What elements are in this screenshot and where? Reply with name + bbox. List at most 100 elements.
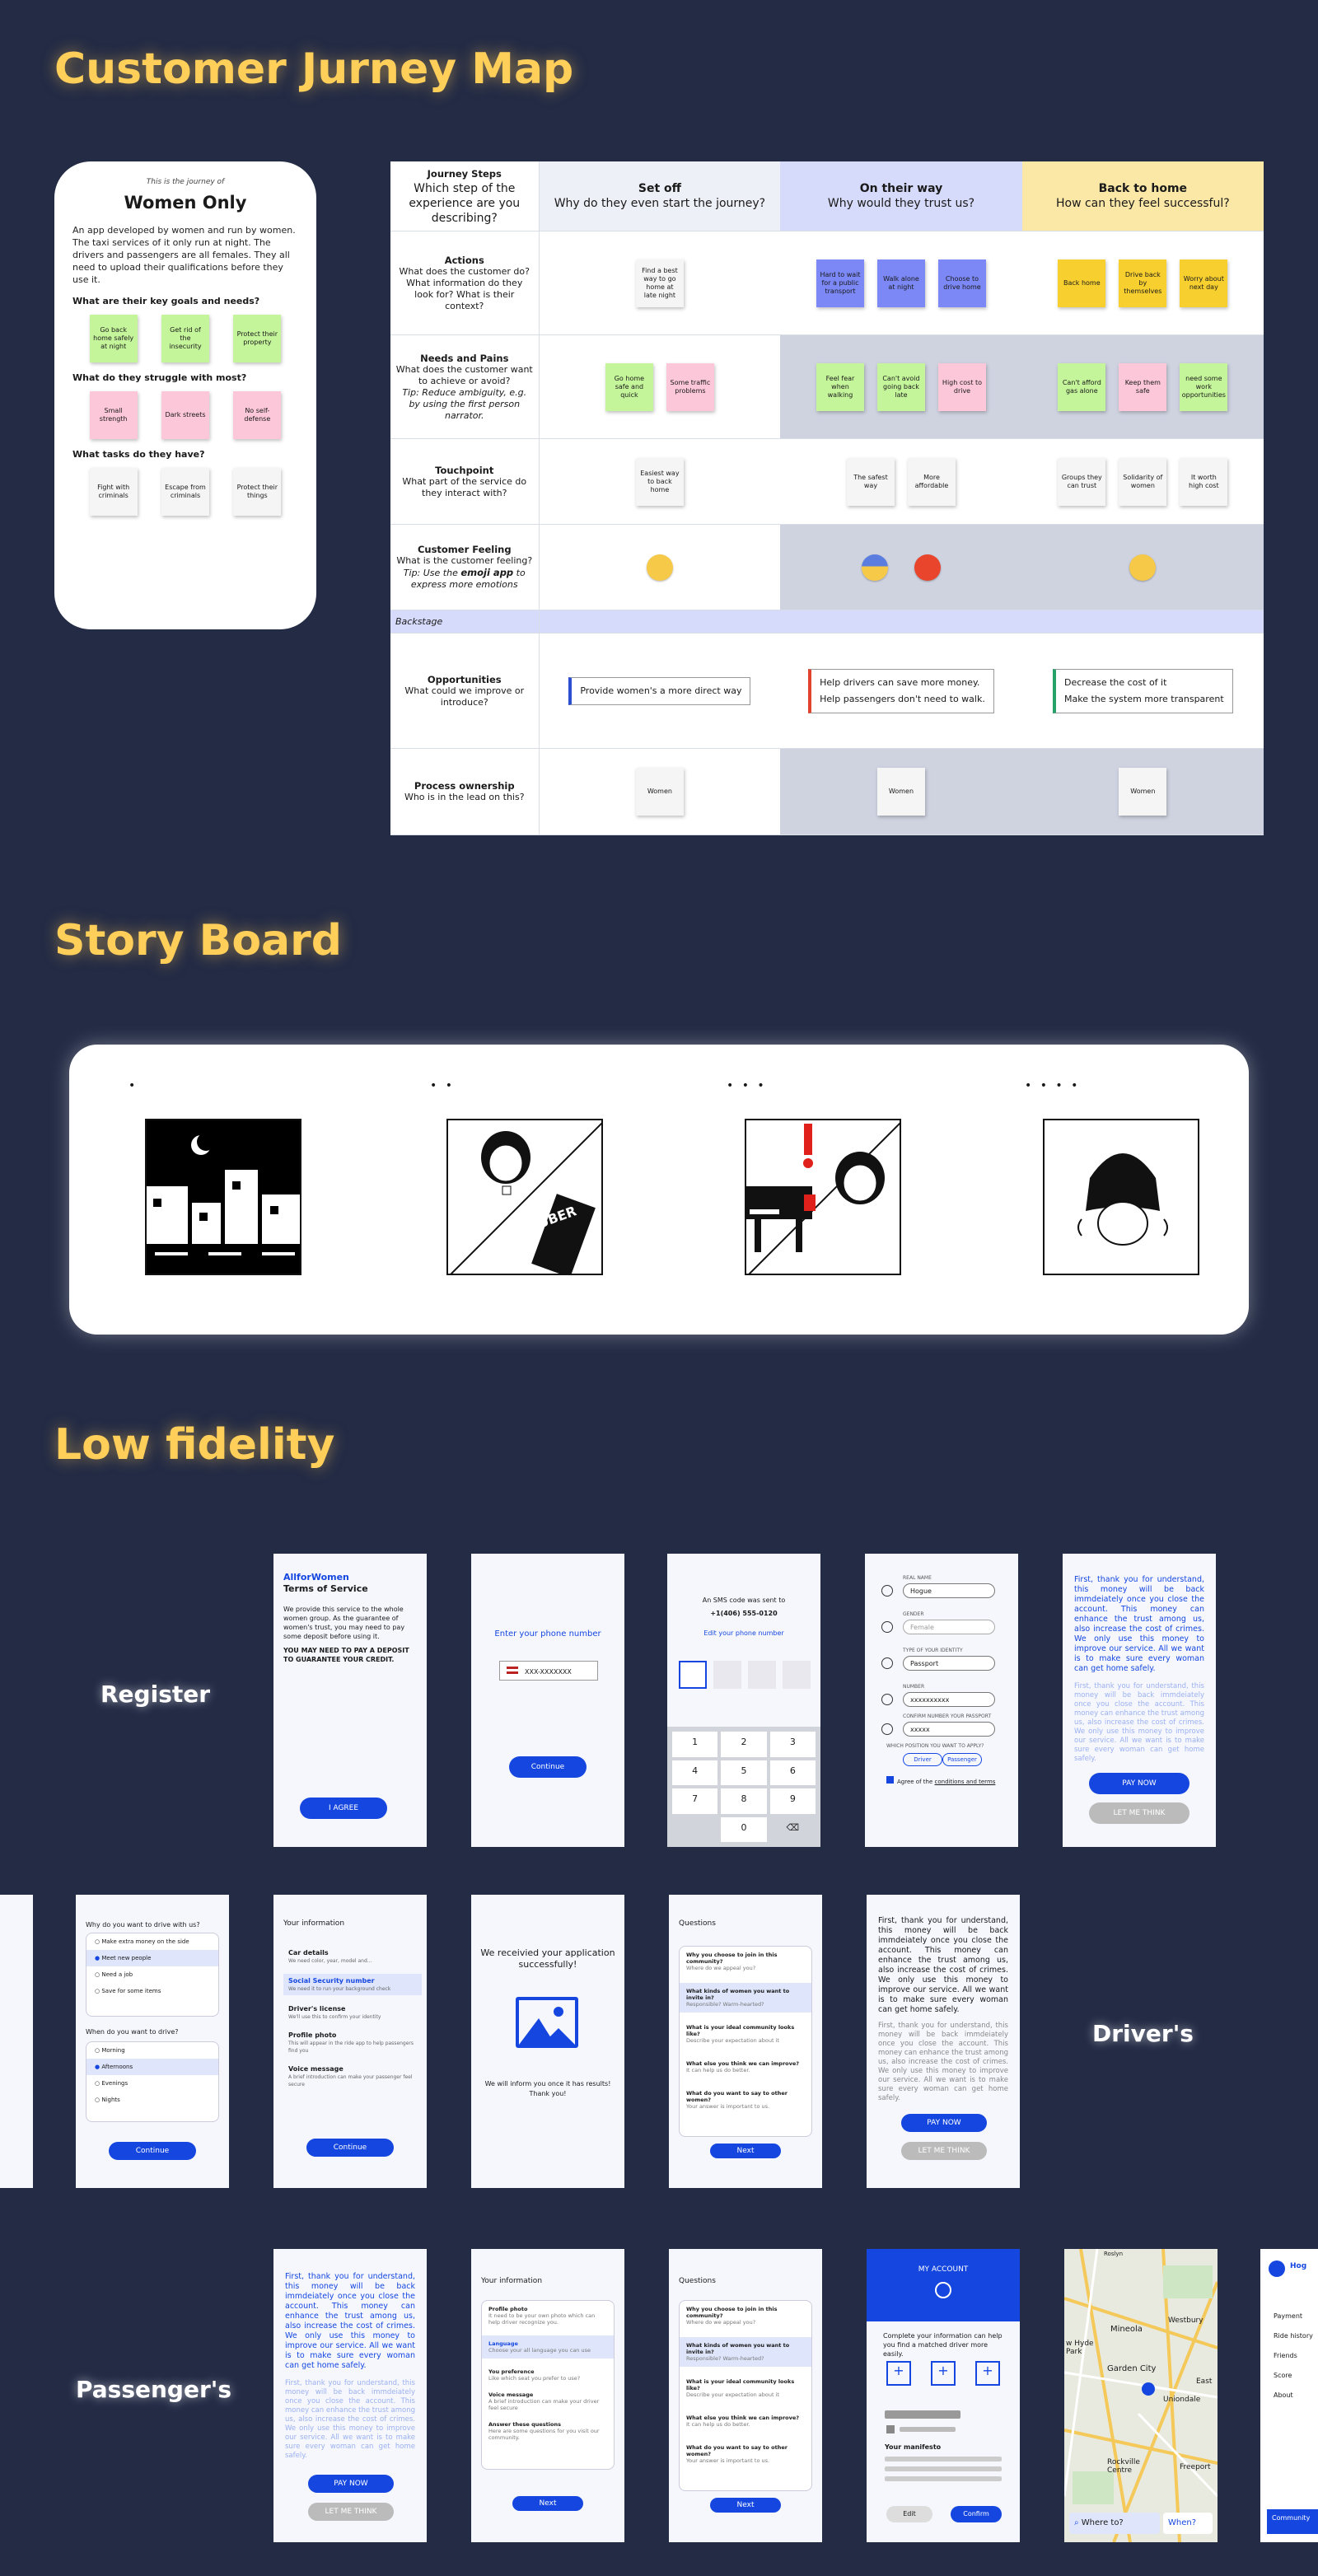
code-box[interactable]: [679, 1661, 707, 1689]
terms-body: We provide this service to the whole wom…: [283, 1606, 405, 1640]
info-item[interactable]: Answer these questions Here are some ques…: [482, 2416, 614, 2446]
radio-option[interactable]: ○ Morning: [86, 2042, 218, 2059]
key[interactable]: 6: [769, 1760, 816, 1785]
gender-select[interactable]: Female: [903, 1620, 995, 1634]
feel-on-way: [780, 524, 1022, 610]
radio-option[interactable]: ○ Nights: [86, 2092, 218, 2108]
let-me-think-button[interactable]: LET ME THINK: [901, 2142, 987, 2160]
continue-button[interactable]: Continue: [509, 1756, 587, 1778]
info-item[interactable]: Car details We need color, year, model an…: [283, 1946, 422, 1967]
continue-button[interactable]: Continue: [306, 2139, 394, 2157]
question-item[interactable]: What is your ideal community looks like?…: [680, 2373, 811, 2403]
phone-input[interactable]: XXX-XXXXXXX: [499, 1661, 598, 1681]
agree-button[interactable]: I AGREE: [300, 1798, 387, 1819]
driver-info-screen: Your information Car details We need colo…: [273, 1895, 427, 2188]
key[interactable]: 7: [672, 1788, 718, 1814]
touch-set-off: Easiest way to back home: [539, 438, 781, 525]
radio-option[interactable]: ○ Save for some items: [86, 1983, 218, 1999]
number-field[interactable]: xxxxxxxxxx: [903, 1692, 995, 1707]
feeling-row-header: Customer Feeling What is the customer fee…: [390, 524, 540, 610]
agree-checkbox[interactable]: Agree of the conditions and terms: [886, 1776, 995, 1785]
phase-back-to-home: Back to home How can they feel successful…: [1021, 161, 1264, 231]
add-photo-button[interactable]: +: [886, 2361, 911, 2386]
name-field[interactable]: Hogue: [903, 1583, 995, 1598]
question-item[interactable]: Why you choose to join in this community…: [680, 2301, 811, 2331]
info-item[interactable]: You preference Like which seat you prefer…: [482, 2363, 614, 2387]
key[interactable]: 8: [721, 1788, 767, 1814]
when-button[interactable]: When?: [1163, 2513, 1213, 2534]
radio-option-selected[interactable]: ● Afternoons: [86, 2059, 218, 2075]
question-item[interactable]: Why you choose to join in this community…: [680, 1947, 811, 1976]
night-city-icon: [147, 1133, 300, 1274]
question-item[interactable]: What do you want to say to other women? Y…: [680, 2085, 811, 2115]
code-box[interactable]: [783, 1661, 811, 1689]
key[interactable]: 1: [672, 1732, 718, 1757]
edit-button[interactable]: Edit: [886, 2506, 932, 2522]
deposit-text-faded: First, thank you for understand, this mo…: [1074, 1682, 1204, 1763]
radio-option[interactable]: ○ Evenings: [86, 2075, 218, 2092]
info-item[interactable]: Driver's license We'll use this to confir…: [283, 2002, 422, 2023]
radio-option[interactable]: ○ Make extra money on the side: [86, 1933, 218, 1950]
radio-option[interactable]: ○ Need a job: [86, 1966, 218, 1983]
passenger-toggle[interactable]: Passenger: [942, 1753, 982, 1766]
time-options: ○ Morning ● Afternoons ○ Evenings ○ Nigh…: [86, 2041, 219, 2122]
next-button[interactable]: Next: [512, 2496, 583, 2511]
menu-item-score[interactable]: Score: [1274, 2366, 1313, 2386]
add-photo-button[interactable]: +: [975, 2361, 1000, 2386]
own-set-off: Women: [539, 748, 781, 835]
key[interactable]: 2: [721, 1732, 767, 1757]
key[interactable]: 9: [769, 1788, 816, 1814]
key[interactable]: 0: [721, 1816, 767, 1842]
key[interactable]: 4: [672, 1760, 718, 1785]
image-icon: [516, 1997, 578, 2048]
partial-screen: [0, 1895, 33, 2188]
persona-name: Women Only: [124, 193, 247, 213]
info-item[interactable]: Profile photo It need to be your own phot…: [482, 2301, 614, 2331]
menu-item-about[interactable]: About: [1274, 2386, 1313, 2405]
community-button[interactable]: Community: [1267, 2509, 1318, 2534]
key[interactable]: 3: [769, 1732, 816, 1757]
info-item[interactable]: Profile photo This will appear in the rid…: [283, 2028, 422, 2057]
key[interactable]: 5: [721, 1760, 767, 1785]
motivation-options: ○ Make extra money on the side ● Meet ne…: [86, 1933, 219, 2017]
info-item-selected[interactable]: Language Choose your all language you can…: [482, 2335, 614, 2359]
ownership-row-header: Process ownership Who is in the lead on t…: [390, 748, 540, 835]
continue-button[interactable]: Continue: [109, 2142, 196, 2160]
question-item[interactable]: What is your ideal community looks like?…: [680, 2019, 811, 2049]
pay-now-button[interactable]: PAY NOW: [308, 2475, 394, 2493]
add-photo-button[interactable]: +: [931, 2361, 956, 2386]
menu-item-friends[interactable]: Friends: [1274, 2346, 1313, 2366]
next-button[interactable]: Next: [710, 2498, 781, 2513]
driver-questions-screen: Questions Why you choose to join in this…: [669, 1895, 822, 2188]
edit-phone-link[interactable]: Edit your phone number: [667, 1629, 820, 1637]
question-item-selected[interactable]: What kinds of women you want to invite i…: [680, 2337, 811, 2367]
menu-item-history[interactable]: Ride history: [1274, 2326, 1313, 2346]
identity-select[interactable]: Passport: [903, 1656, 995, 1671]
code-box[interactable]: [748, 1661, 776, 1689]
radio-option-selected[interactable]: ● Meet new people: [86, 1950, 218, 1966]
let-me-think-button[interactable]: LET ME THINK: [308, 2503, 394, 2521]
info-item[interactable]: Voice message A brief introduction can ma…: [482, 2387, 614, 2416]
side-menu-screen: Hog Payment Ride history Friends Score A…: [1260, 2249, 1318, 2542]
brand-name: AllforWomen: [283, 1572, 349, 1583]
pay-now-button[interactable]: PAY NOW: [901, 2114, 987, 2132]
question-item[interactable]: What else you think we can improve? It ca…: [680, 2410, 811, 2433]
let-me-think-button[interactable]: LET ME THINK: [1089, 1802, 1189, 1824]
code-box[interactable]: [713, 1661, 741, 1689]
next-button[interactable]: Next: [710, 2144, 781, 2158]
woman-relief-illustration: [1043, 1119, 1199, 1275]
confirm-button[interactable]: Confirm: [951, 2506, 1002, 2522]
info-item[interactable]: Voice message A brief introduction can ma…: [283, 2062, 422, 2091]
feel-back-home: [1021, 524, 1264, 610]
driver-toggle[interactable]: Driver: [903, 1753, 942, 1766]
menu-item-payment[interactable]: Payment: [1274, 2307, 1313, 2326]
pay-now-button[interactable]: PAY NOW: [1089, 1773, 1189, 1794]
phone-screen: Enter your phone number XXX-XXXXXXX Cont…: [471, 1554, 624, 1847]
backspace-icon[interactable]: ⌫: [770, 1817, 816, 1843]
question-item-selected[interactable]: What kinds of women you want to invite i…: [680, 1983, 811, 2013]
confirm-number-field[interactable]: xxxxx: [903, 1722, 995, 1737]
info-item-selected[interactable]: Social Security number We need it to run …: [283, 1974, 422, 1995]
question-item[interactable]: What else you think we can improve? It ca…: [680, 2055, 811, 2078]
question-item[interactable]: What do you want to say to other women? Y…: [680, 2439, 811, 2469]
where-to-input[interactable]: ⌕ Where to?: [1069, 2513, 1160, 2534]
